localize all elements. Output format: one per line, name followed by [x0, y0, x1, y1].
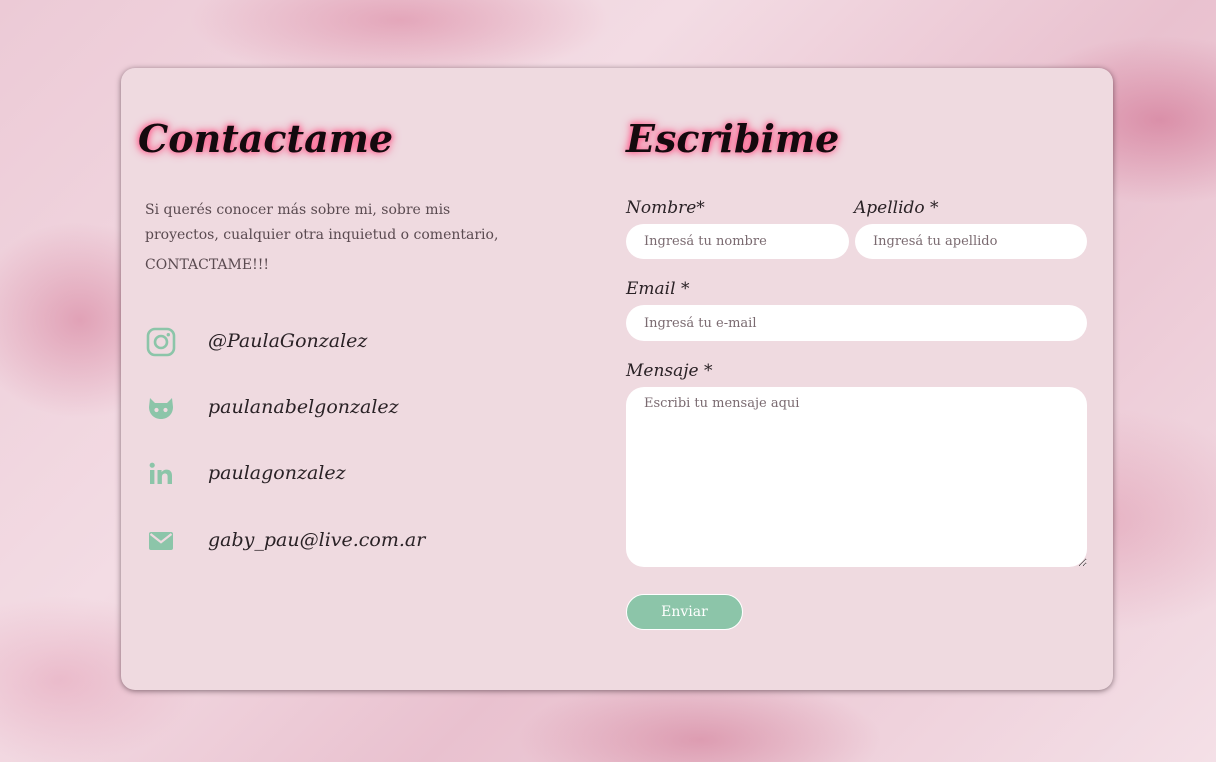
send-button[interactable]: Enviar: [626, 594, 743, 630]
email-link[interactable]: gaby_pau@live.com.ar: [145, 525, 505, 559]
linkedin-icon: [149, 462, 172, 484]
contact-shout: CONTACTAME!!!: [145, 257, 269, 273]
contact-intro: Si querés conocer más sobre mi, sobre mi…: [145, 202, 499, 243]
instagram-handle: @PaulaGonzalez: [208, 330, 368, 352]
instagram-icon: [146, 327, 176, 357]
apellido-label: Apellido *: [854, 198, 939, 218]
email-address: gaby_pau@live.com.ar: [208, 529, 426, 551]
mail-icon: [149, 532, 173, 550]
contact-card: Contactame Si querés conocer más sobre m…: [121, 68, 1113, 690]
nombre-label: Nombre*: [626, 198, 705, 218]
instagram-link[interactable]: @PaulaGonzalez: [145, 326, 505, 360]
email-input[interactable]: [626, 305, 1087, 341]
contact-title: Contactame: [138, 116, 394, 161]
apellido-input[interactable]: [855, 224, 1087, 259]
email-label: Email *: [626, 279, 690, 299]
linkedin-username: paulagonzalez: [208, 462, 346, 484]
github-icon: [149, 398, 173, 419]
mensaje-textarea[interactable]: [626, 387, 1087, 567]
mensaje-label: Mensaje *: [626, 361, 713, 381]
github-username: paulanabelgonzalez: [208, 396, 399, 418]
linkedin-link[interactable]: paulagonzalez: [145, 458, 505, 492]
nombre-input[interactable]: [626, 224, 849, 259]
github-link[interactable]: paulanabelgonzalez: [145, 392, 505, 426]
form-title: Escribime: [626, 116, 840, 161]
